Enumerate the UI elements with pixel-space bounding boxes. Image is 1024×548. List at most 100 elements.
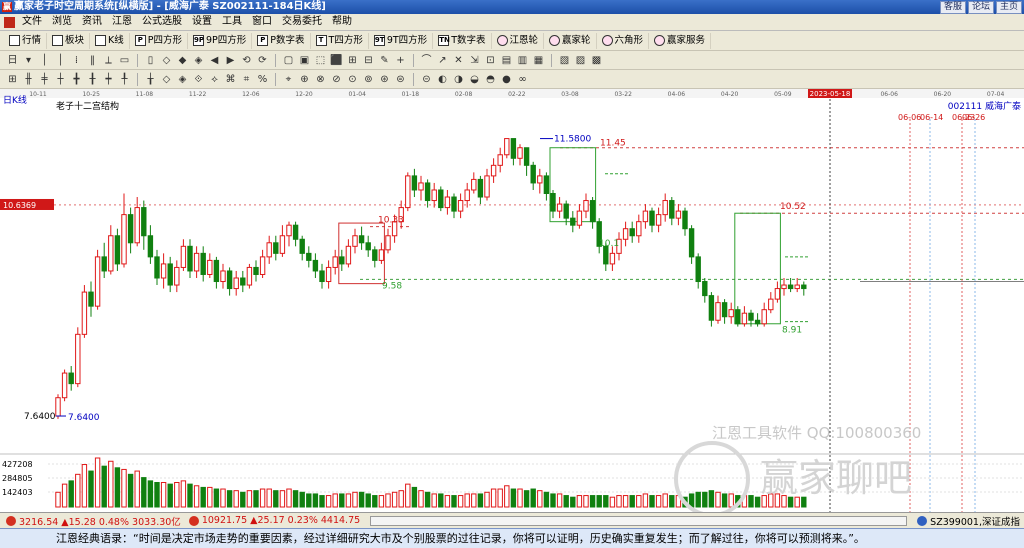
toolbar3-tool-icon[interactable]: ⊕	[298, 73, 311, 86]
toolbar2-tool-icon[interactable]: 日	[6, 54, 19, 67]
toolbar2-tool-icon[interactable]: ▧	[558, 54, 571, 67]
toolbar2-tool-icon[interactable]: ⊡	[484, 54, 497, 67]
toolbar3-tool-icon[interactable]: ╁	[144, 73, 157, 86]
status-sz399001[interactable]: SZ399001,深证成指	[913, 514, 1024, 528]
toolbar2-tool-icon[interactable]: ↗	[436, 54, 449, 67]
toolbar-btn-2[interactable]: K线	[90, 32, 130, 49]
toolbar3-tool-icon[interactable]: ┿	[102, 73, 115, 86]
menu-trade[interactable]: 交易委托	[277, 14, 327, 30]
toolbar2-tool-icon[interactable]: ⟂	[102, 54, 115, 67]
volume-bar	[438, 493, 444, 508]
toolbar2-tool-icon[interactable]: ⊟	[362, 54, 375, 67]
toolbar-btn-5[interactable]: P P数字表	[252, 32, 311, 49]
toolbar3-tool-icon[interactable]: ╀	[118, 73, 131, 86]
toolbar3-tool-icon[interactable]: ⌗	[240, 73, 253, 86]
toolbar3-tool-icon[interactable]: ◐	[436, 73, 449, 86]
toolbar2-tool-icon[interactable]: ◇	[160, 54, 173, 67]
menu-help[interactable]: 帮助	[327, 14, 357, 30]
toolbar3-tool-icon[interactable]: ⊝	[420, 73, 433, 86]
toolbar2-tool-icon[interactable]: ⟲	[240, 54, 253, 67]
toolbar2-tool-icon[interactable]: ▦	[532, 54, 545, 67]
toolbar3-tool-icon[interactable]: ◓	[484, 73, 497, 86]
toolbar2-tool-icon[interactable]: ⇲	[468, 54, 481, 67]
toolbar-btn-8[interactable]: TN T数字表	[433, 32, 492, 49]
menu-file[interactable]: 文件	[17, 14, 47, 30]
toolbar3-tool-icon[interactable]: ◒	[468, 73, 481, 86]
toolbar-btn-9[interactable]: 江恩轮	[492, 32, 545, 49]
link-forum[interactable]: 论坛	[967, 1, 994, 14]
menu-settings[interactable]: 设置	[187, 14, 217, 30]
toolbar3-tool-icon[interactable]: ∞	[516, 73, 529, 86]
toolbar2-tool-icon[interactable]: ‖	[86, 54, 99, 67]
toolbar3-tool-icon[interactable]: ⊜	[394, 73, 407, 86]
link-home[interactable]: 主页	[995, 1, 1022, 14]
toolbar-btn-11[interactable]: 六角形	[597, 32, 650, 49]
toolbar3-tool-icon[interactable]: %	[256, 73, 269, 86]
link-service[interactable]: 客服	[939, 1, 966, 14]
kline-chart[interactable]: 10-11 10-25 11-08 11-22 12-06 12-20 01-04 01-18…	[0, 89, 1024, 512]
toolbar2-tool-icon[interactable]: ⊞	[346, 54, 359, 67]
toolbar3-tool-icon[interactable]: ◈	[176, 73, 189, 86]
toolbar-btn-1[interactable]: 板块	[47, 32, 91, 49]
toolbar2-tool-icon[interactable]: ▥	[516, 54, 529, 67]
toolbar-btn-4[interactable]: 9P 9P四方形	[188, 32, 253, 49]
toolbar3-tool-icon[interactable]: ⊞	[6, 73, 19, 86]
toolbar2-tool-icon[interactable]: ◀	[208, 54, 221, 67]
toolbar2-tool-icon[interactable]: ▾	[22, 54, 35, 67]
toolbar2-tool-icon[interactable]: ◆	[176, 54, 189, 67]
toolbar3-tool-icon[interactable]: ⊙	[346, 73, 359, 86]
toolbar2-tool-icon[interactable]: ⬚	[314, 54, 327, 67]
toolbar3-tool-icon[interactable]: ╋	[70, 73, 83, 86]
toolbar-btn-7[interactable]: 9T 9T四方形	[369, 32, 434, 49]
toolbar2-tool-icon[interactable]: ✎	[378, 54, 391, 67]
toolbar2-tool-icon[interactable]: +	[394, 54, 407, 67]
menu-tools[interactable]: 工具	[217, 14, 247, 30]
menu-formula[interactable]: 公式选股	[137, 14, 187, 30]
toolbar-btn-12[interactable]: 赢家服务	[649, 32, 712, 49]
toolbar3-tool-icon[interactable]: ⟡	[208, 73, 221, 86]
toolbar3-tool-icon[interactable]: ⊘	[330, 73, 343, 86]
toolbar3-tool-icon[interactable]: ⊗	[314, 73, 327, 86]
toolbar3-tool-icon[interactable]: ┼	[54, 73, 67, 86]
toolbar2-tool-icon[interactable]: ▭	[118, 54, 131, 67]
toolbar2-tool-icon[interactable]: ▢	[282, 54, 295, 67]
toolbar2-tool-icon[interactable]: ⬛	[330, 54, 343, 67]
toolbar2-tool-icon[interactable]: ▩	[590, 54, 603, 67]
toolbar3-tool-icon[interactable]: ⌘	[224, 73, 237, 86]
toolbar3-tool-icon[interactable]: ╪	[38, 73, 51, 86]
toolbar3-tool-icon[interactable]: ╫	[22, 73, 35, 86]
status-sz-index[interactable]: 10921.75 ▲25.17 0.23% 4414.75	[185, 515, 364, 526]
toolbar2-tool-icon[interactable]: ▯	[144, 54, 157, 67]
toolbar3-tool-icon[interactable]: ◑	[452, 73, 465, 86]
toolbar3-tool-icon[interactable]: ●	[500, 73, 513, 86]
menu-info[interactable]: 资讯	[77, 14, 107, 30]
toolbar3-tool-icon[interactable]: ◇	[160, 73, 173, 86]
toolbar2-tool-icon[interactable]: ⌒	[420, 54, 433, 67]
toolbar2-tool-icon[interactable]: ⁞	[70, 54, 83, 67]
toolbar3-tool-icon[interactable]: ⊚	[362, 73, 375, 86]
toolbar2-tool-icon[interactable]: ◈	[192, 54, 205, 67]
toolbar2-tool-icon[interactable]: │	[54, 54, 67, 67]
toolbar-btn-0[interactable]: 行情	[4, 32, 48, 49]
toolbar2-tool-icon[interactable]: ▶	[224, 54, 237, 67]
toolbar2-tool-icon[interactable]: ▤	[500, 54, 513, 67]
toolbar2-tool-icon[interactable]: ⟳	[256, 54, 269, 67]
toolbar2-tool-icon[interactable]: ▣	[298, 54, 311, 67]
toolbar-btn-label: 9T四方形	[386, 34, 428, 46]
toolbar-btn-10[interactable]: 赢家轮	[544, 32, 597, 49]
toolbar2-tool-icon[interactable]: │	[38, 54, 51, 67]
toolbar3-tool-icon[interactable]: ╂	[86, 73, 99, 86]
status-scroll[interactable]	[370, 515, 908, 526]
toolbar-btn-6[interactable]: T T四方形	[311, 32, 369, 49]
menu-window[interactable]: 窗口	[247, 14, 277, 30]
toolbar3-tool-icon[interactable]: ⟐	[192, 73, 205, 86]
menu-gann[interactable]: 江恩	[107, 14, 137, 30]
toolbar-btn-3[interactable]: P P四方形	[130, 32, 188, 49]
toolbar3-tool-icon[interactable]: ⌖	[282, 73, 295, 86]
status-sh-index[interactable]: 3216.54 ▲15.28 0.48% 3033.30亿	[2, 514, 185, 528]
toolbar2-tool-icon[interactable]: ▨	[574, 54, 587, 67]
kline-chart-area[interactable]: 10-11 10-25 11-08 11-22 12-06 12-20 01-04 01-18…	[0, 89, 1024, 512]
menu-browse[interactable]: 浏览	[47, 14, 77, 30]
toolbar2-tool-icon[interactable]: ✕	[452, 54, 465, 67]
toolbar3-tool-icon[interactable]: ⊛	[378, 73, 391, 86]
